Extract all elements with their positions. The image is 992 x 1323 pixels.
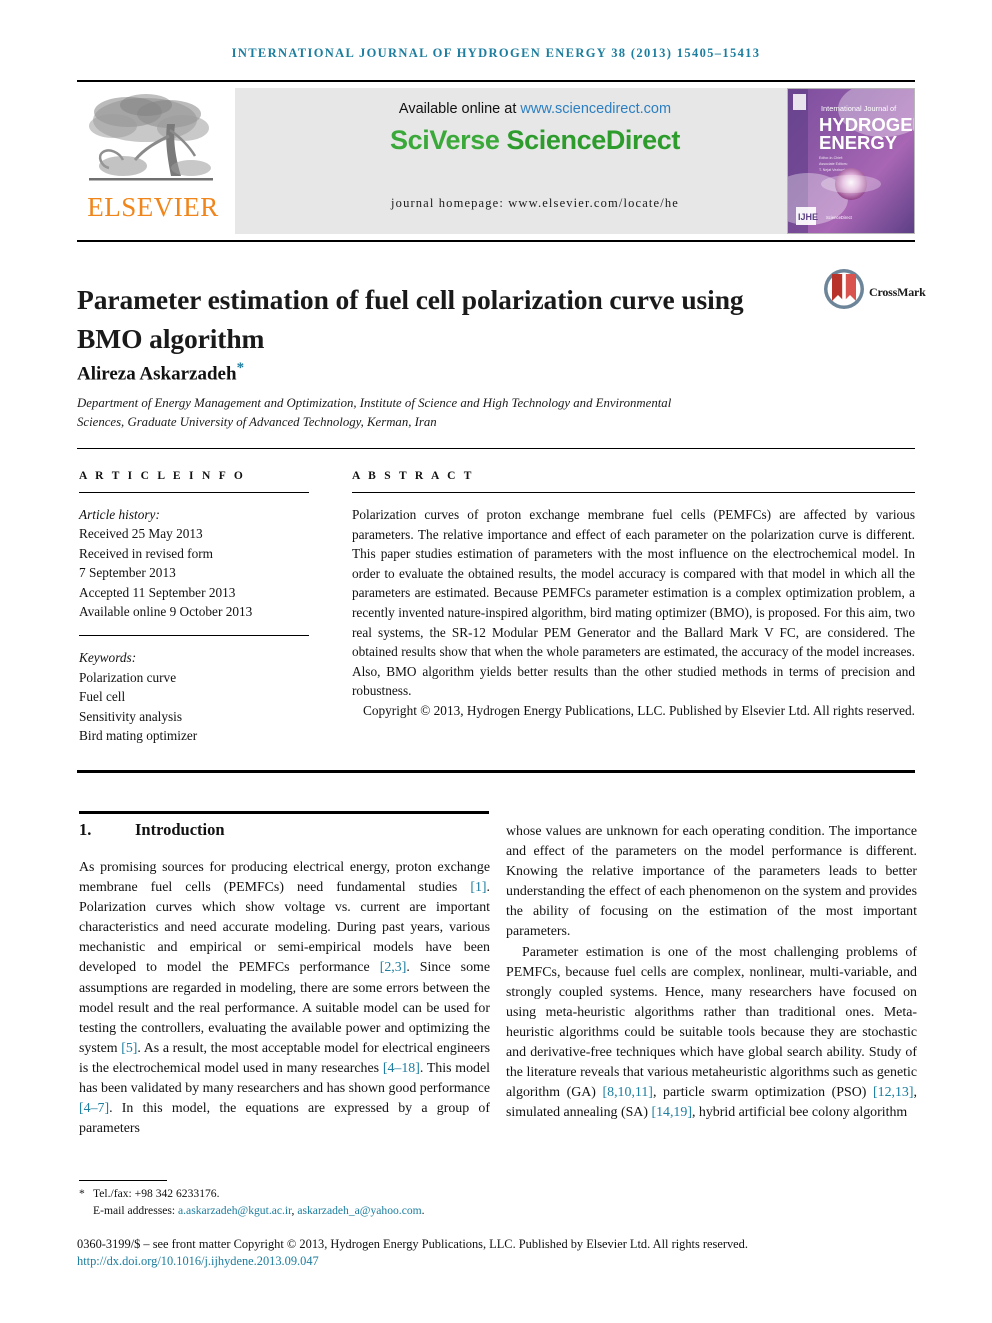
rule-below-abstract	[77, 770, 915, 773]
email-label: E-mail addresses:	[93, 1203, 178, 1217]
journal-cover-artwork: International Journal of HYDROGEN ENERGY…	[788, 89, 914, 233]
crossmark-icon	[824, 269, 864, 309]
footnote-tel-line: * Tel./fax: +98 342 6233176.	[79, 1186, 917, 1203]
article-history-label: Article history:	[79, 507, 160, 522]
rule-above-introduction	[79, 811, 489, 814]
rule-below-running-head	[77, 80, 915, 82]
elsevier-wordmark: ELSEVIER	[87, 192, 219, 222]
author-name: Alireza Askarzadeh*	[77, 360, 244, 385]
author-affiliation: Department of Energy Management and Opti…	[77, 396, 672, 429]
citation-ref[interactable]: [5]	[121, 1041, 137, 1056]
introduction-heading: 1. Introduction	[79, 820, 489, 840]
rule-between-history-and-keywords	[79, 635, 309, 637]
text-run: , hybrid artificial bee colony algorithm	[691, 1105, 908, 1121]
keyword-item: Sensitivity analysis	[79, 708, 183, 724]
svg-text:ENERGY: ENERGY	[819, 132, 898, 153]
article-info-column: A R T I C L E I N F O Article history: R…	[79, 470, 309, 745]
article-history-item: Accepted 11 September 2013	[79, 584, 236, 600]
article-history-item: 7 September 2013	[79, 565, 176, 581]
citation-ref[interactable]: [8,10,11]	[603, 1085, 653, 1100]
journal-cover-thumbnail: International Journal of HYDROGEN ENERGY…	[787, 88, 915, 234]
text-run: Parameter estimation is one of the most …	[506, 944, 917, 1101]
intro-paragraph-right-1: whose values are unknown for each operat…	[506, 824, 917, 940]
citation-ref[interactable]: [4–7]	[79, 1101, 109, 1116]
elsevier-logo: ELSEVIER	[77, 88, 229, 234]
sciencedirect-word: ScienceDirect	[506, 125, 681, 155]
citation-ref[interactable]: [1]	[470, 880, 486, 895]
author-name-text: Alireza Askarzadeh	[77, 363, 237, 385]
keyword-item: Bird mating optimizer	[79, 728, 198, 744]
citation-ref[interactable]: [2,3]	[380, 960, 407, 975]
svg-text:IJHE: IJHE	[798, 212, 818, 222]
abstract-copyright: Copyright © 2013, Hydrogen Energy Public…	[362, 702, 915, 718]
section-number: 1.	[79, 820, 92, 839]
body-column-left: As promising sources for producing elect…	[79, 858, 490, 1139]
sciencedirect-banner: Available online at www.sciencedirect.co…	[235, 88, 835, 234]
sciencedirect-url[interactable]: www.sciencedirect.com	[520, 101, 671, 117]
svg-text:Editor-in-Chief:: Editor-in-Chief:	[819, 156, 843, 160]
citation-ref[interactable]: [14,19]	[651, 1105, 692, 1120]
footnote-tel: Tel./fax: +98 342 6233176.	[93, 1187, 220, 1200]
journal-homepage-text[interactable]: journal homepage: www.elsevier.com/locat…	[235, 196, 835, 211]
citation-ref[interactable]: [12,13]	[873, 1085, 914, 1100]
abstract-body: Polarization curves of proton exchange m…	[352, 507, 915, 699]
article-history-item: Available online 9 October 2013	[79, 604, 253, 620]
email-address-primary[interactable]: a.askarzadeh@kgut.ac.ir	[178, 1204, 292, 1217]
available-online-text: Available online at www.sciencedirect.co…	[235, 101, 835, 117]
article-history-item: Received in revised form	[79, 545, 214, 561]
section-title: Introduction	[135, 820, 225, 839]
text-run: , particle swarm optimization (PSO)	[652, 1085, 873, 1101]
front-matter-copyright: 0360-3199/$ – see front matter Copyright…	[77, 1237, 748, 1251]
keyword-item: Fuel cell	[79, 689, 126, 705]
keywords-label: Keywords:	[79, 650, 137, 666]
article-history-block: Article history: Received 25 May 2013 Re…	[79, 505, 309, 621]
footnote-block: * Tel./fax: +98 342 6233176. E-mail addre…	[79, 1186, 917, 1219]
citation-ref[interactable]: [4–18]	[383, 1061, 420, 1076]
keywords-block: Keywords: Polarization curve Fuel cell S…	[79, 648, 309, 745]
svg-text:International Journal of: International Journal of	[821, 104, 897, 113]
journal-masthead: ELSEVIER Available online at www.science…	[77, 88, 915, 234]
svg-text:Associate Editors:: Associate Editors:	[819, 162, 848, 166]
abstract-heading: A B S T R A C T	[352, 470, 475, 482]
text-run: . In this model, the equations are expre…	[79, 1101, 490, 1137]
email-address-secondary[interactable]: askarzadeh_a@yahoo.com	[297, 1204, 421, 1217]
footnote-rule	[79, 1180, 167, 1181]
text-run: As promising sources for producing elect…	[79, 860, 490, 896]
doi-link[interactable]: http://dx.doi.org/10.1016/j.ijhydene.201…	[77, 1254, 319, 1269]
crossmark-label: CrossMark	[869, 285, 926, 299]
sciverse-word: SciVerse	[390, 125, 507, 155]
article-history-item: Received 25 May 2013	[79, 526, 203, 542]
intro-paragraph-left: As promising sources for producing elect…	[79, 858, 490, 1139]
footnote-email-line: E-mail addresses: a.askarzadeh@kgut.ac.i…	[79, 1203, 917, 1220]
rule-article-info	[79, 492, 309, 493]
email-period: .	[421, 1203, 425, 1217]
paper-page: International Journal of Hydrogen Energy…	[0, 0, 992, 1323]
intro-paragraph-right-2: Parameter estimation is one of the most …	[506, 943, 917, 1124]
footnote-marker: *	[79, 1187, 85, 1200]
svg-text:ScienceDirect: ScienceDirect	[826, 215, 853, 220]
corresponding-author-marker: *	[236, 360, 245, 376]
keyword-item: Polarization curve	[79, 669, 177, 685]
page-title: Parameter estimation of fuel cell polari…	[77, 284, 744, 355]
crossmark-badge[interactable]: CrossMark	[823, 268, 926, 320]
sciverse-sciencedirect-wordmark: SciVerse ScienceDirect	[235, 125, 835, 156]
running-head: International Journal of Hydrogen Energy…	[231, 46, 761, 60]
abstract-column: A B S T R A C T Polarization curves of p…	[352, 470, 915, 721]
available-online-prefix: Available online at	[398, 101, 521, 117]
rule-abstract	[352, 492, 915, 493]
article-info-heading: A R T I C L E I N F O	[79, 470, 246, 482]
elsevier-tree-icon	[89, 94, 213, 181]
rule-below-affiliation	[77, 448, 915, 449]
rule-below-masthead	[77, 240, 915, 242]
body-column-right: whose values are unknown for each operat…	[506, 822, 917, 1123]
